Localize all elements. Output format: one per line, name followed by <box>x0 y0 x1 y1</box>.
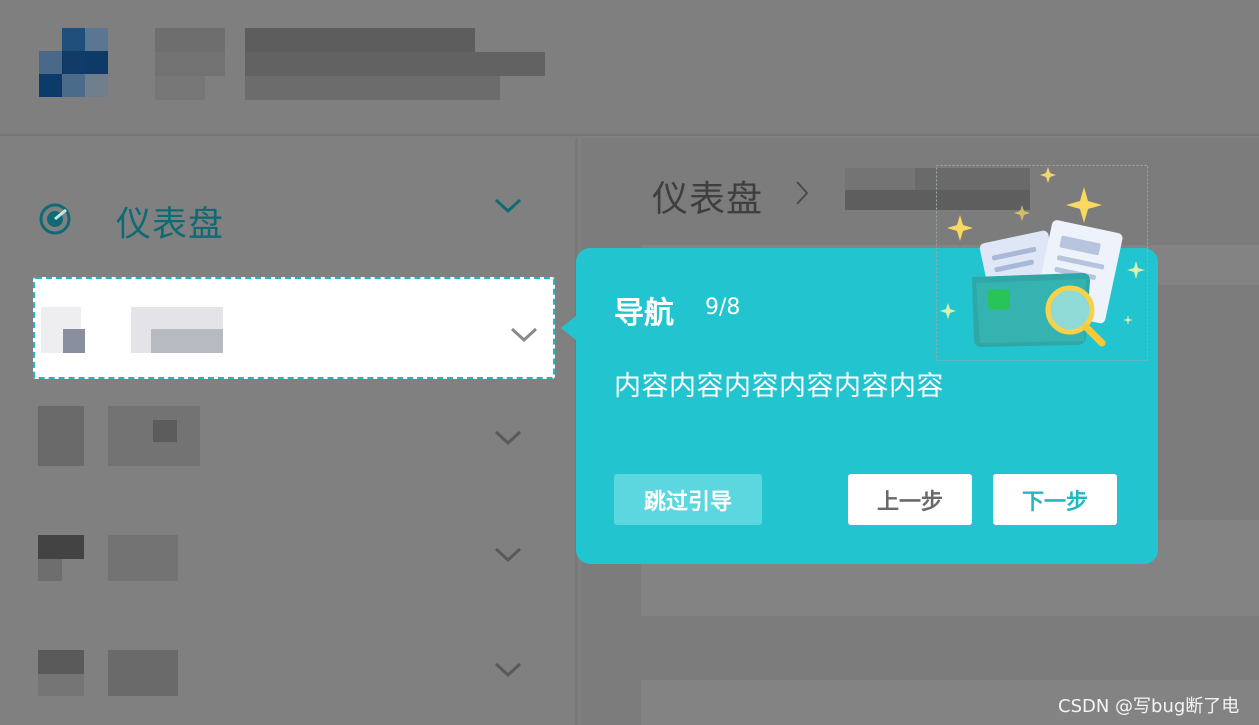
sidebar-item[interactable] <box>0 505 578 605</box>
top-header <box>0 0 1259 136</box>
breadcrumb-home[interactable]: 仪表盘 <box>652 170 763 222</box>
chevron-down-icon[interactable] <box>493 428 523 448</box>
skip-guide-button[interactable]: 跳过引导 <box>614 474 762 525</box>
dashboard-icon <box>39 203 71 235</box>
sidebar-item-dashboard[interactable]: 仪表盘 <box>0 156 578 256</box>
chevron-down-icon[interactable] <box>493 660 523 680</box>
sidebar-item[interactable] <box>0 390 578 490</box>
chevron-down-icon[interactable] <box>493 545 523 565</box>
chevron-down-icon[interactable] <box>509 325 539 345</box>
sidebar-item-highlighted[interactable] <box>33 277 555 379</box>
app-logo <box>38 14 122 98</box>
next-step-button[interactable]: 下一步 <box>993 474 1117 525</box>
previous-step-button[interactable]: 上一步 <box>848 474 972 525</box>
sidebar-item-label: 仪表盘 <box>116 205 225 245</box>
sidebar-item[interactable] <box>0 620 578 720</box>
guide-title: 导航 <box>614 296 674 331</box>
watermark: CSDN @写bug断了电 <box>1058 696 1240 717</box>
popup-arrow <box>561 315 577 341</box>
chevron-right-icon <box>796 181 809 205</box>
folder-search-icon <box>936 165 1148 361</box>
chevron-down-icon[interactable] <box>493 196 523 216</box>
guide-step-counter: 9/8 <box>705 295 741 320</box>
guide-content: 内容内容内容内容内容内容 <box>614 371 944 402</box>
